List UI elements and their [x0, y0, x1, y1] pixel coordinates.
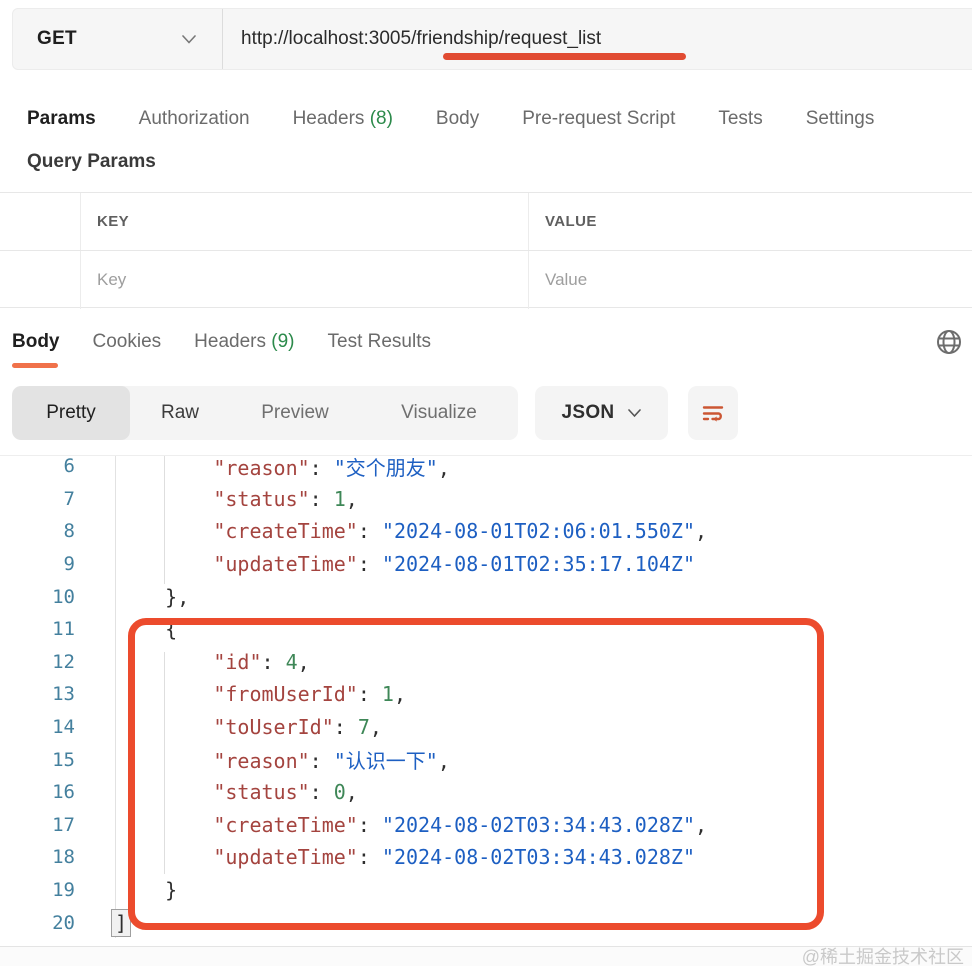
- url-text: http://localhost:3005/friendship/request…: [241, 28, 601, 50]
- code-line: 10 },: [0, 580, 972, 613]
- tab-tests[interactable]: Tests: [718, 106, 762, 137]
- annotation-url-underline: [443, 53, 686, 60]
- tab-pre-request-script[interactable]: Pre-request Script: [522, 106, 675, 137]
- code-line: 9 "updateTime": "2024-08-01T02:35:17.104…: [0, 548, 972, 581]
- response-headers-count-badge: (9): [271, 331, 294, 352]
- language-label: JSON: [562, 402, 615, 424]
- key-input[interactable]: [97, 270, 485, 290]
- query-params-table: KEY VALUE: [0, 192, 972, 308]
- chevron-down-icon: [182, 35, 196, 44]
- request-tabs: Params Authorization Headers (8) Body Pr…: [27, 106, 972, 137]
- code-line: 7 "status": 1,: [0, 483, 972, 516]
- response-tabs: Body Cookies Headers (9) Test Results: [12, 329, 431, 355]
- method-label: GET: [37, 28, 77, 50]
- code-line: 19 }: [0, 874, 972, 907]
- tab-settings[interactable]: Settings: [806, 106, 875, 137]
- text-wrap-icon: [700, 400, 726, 426]
- row-checkbox-cell: [0, 251, 80, 309]
- response-view-mode-tabs: Pretty Raw Preview Visualize: [12, 386, 518, 440]
- table-row: [0, 251, 972, 309]
- code-line: 12 "id": 4,: [0, 646, 972, 679]
- code-line: 15 "reason": "认识一下",: [0, 743, 972, 776]
- bottom-strip: @稀土掘金技术社区: [0, 946, 972, 966]
- response-tab-body[interactable]: Body: [12, 329, 60, 355]
- response-tab-test-results[interactable]: Test Results: [328, 329, 431, 355]
- code-line: 16 "status": 0,: [0, 776, 972, 809]
- view-mode-pretty[interactable]: Pretty: [12, 386, 130, 440]
- watermark: @稀土掘金技术社区: [802, 947, 964, 967]
- code-line: 8 "createTime": "2024-08-01T02:06:01.550…: [0, 515, 972, 548]
- tab-headers[interactable]: Headers (8): [293, 106, 393, 137]
- request-url-bar: GET http://localhost:3005/friendship/req…: [12, 8, 972, 70]
- tab-authorization[interactable]: Authorization: [139, 106, 250, 137]
- view-mode-preview[interactable]: Preview: [230, 386, 360, 440]
- code-line: 13 "fromUserId": 1,: [0, 678, 972, 711]
- wrap-text-button[interactable]: [688, 386, 738, 440]
- code-line: 6 "reason": "交个朋友",: [0, 455, 972, 483]
- value-input[interactable]: [545, 270, 929, 290]
- view-mode-visualize[interactable]: Visualize: [360, 386, 518, 440]
- table-header-row: KEY VALUE: [0, 193, 972, 251]
- code-line: 14 "toUserId": 7,: [0, 711, 972, 744]
- url-input[interactable]: http://localhost:3005/friendship/request…: [223, 9, 972, 69]
- tab-body[interactable]: Body: [436, 106, 479, 137]
- value-column-header: VALUE: [545, 213, 597, 230]
- code-line: 11 {: [0, 613, 972, 646]
- query-params-title: Query Params: [27, 151, 156, 173]
- response-tab-headers[interactable]: Headers (9): [194, 329, 294, 355]
- method-select[interactable]: GET: [13, 9, 223, 69]
- code-line: 17 "createTime": "2024-08-02T03:34:43.02…: [0, 809, 972, 842]
- tab-params[interactable]: Params: [27, 106, 96, 137]
- globe-icon[interactable]: [934, 327, 964, 357]
- response-body-viewer[interactable]: 6 "reason": "交个朋友",7 "status": 1,8 "crea…: [0, 455, 972, 946]
- code-line: 20]: [0, 906, 972, 939]
- headers-count-badge: (8): [370, 108, 393, 129]
- key-column-header: KEY: [97, 213, 129, 230]
- language-select[interactable]: JSON: [535, 386, 668, 440]
- checkbox-column-header: [0, 193, 80, 250]
- view-mode-raw[interactable]: Raw: [130, 386, 230, 440]
- chevron-down-icon: [628, 409, 641, 418]
- code-lines: 6 "reason": "交个朋友",7 "status": 1,8 "crea…: [0, 455, 972, 939]
- response-tab-cookies[interactable]: Cookies: [93, 329, 162, 355]
- code-line: 18 "updateTime": "2024-08-02T03:34:43.02…: [0, 841, 972, 874]
